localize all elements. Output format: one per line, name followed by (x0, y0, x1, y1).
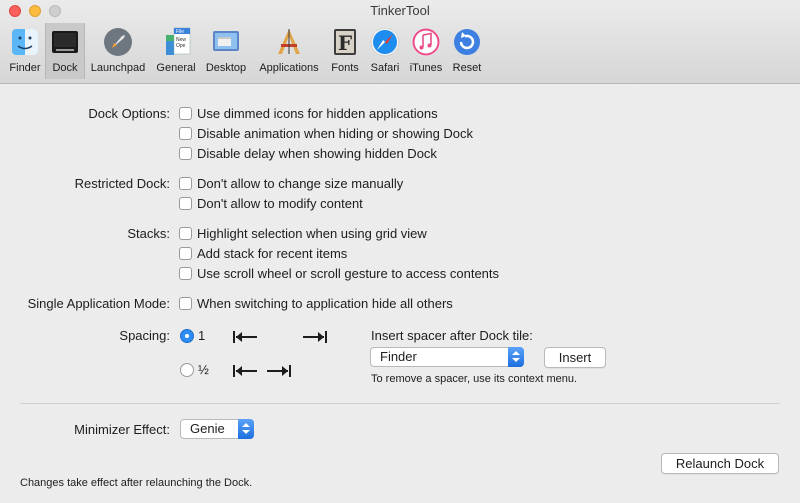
tinkertool-window: TinkerTool Finder Dock Launchpad File Ne… (0, 0, 800, 503)
spacing-full-label[interactable]: 1 (198, 328, 205, 343)
stacks-label: Stacks: (127, 226, 170, 241)
toolbar-label: Fonts (331, 62, 359, 74)
toolbar-item-fonts[interactable]: F Fonts (327, 23, 363, 79)
toolbar-label: Reset (452, 62, 482, 74)
arrow-right-bar-icon (303, 331, 327, 343)
toolbar-label: iTunes (409, 62, 443, 74)
insert-button[interactable]: Insert (544, 347, 606, 368)
arrow-right-bar-icon (267, 365, 291, 377)
applications-icon (278, 29, 300, 54)
toolbar-item-applications[interactable]: Applications (254, 23, 324, 79)
popup-chevron-icon (508, 347, 524, 367)
fonts-icon-letter: F (338, 31, 352, 55)
finder-icon (12, 29, 38, 55)
toolbar-label: Applications (259, 62, 319, 74)
toolbar-label: Finder (9, 62, 41, 74)
highlight-grid-checkbox[interactable] (179, 227, 192, 240)
dock-tile-value: Finder (380, 349, 417, 364)
launchpad-icon (104, 28, 132, 56)
dock-tile-popup[interactable]: Finder (370, 347, 524, 367)
recent-items-label[interactable]: Add stack for recent items (197, 246, 347, 261)
toolbar-item-launchpad[interactable]: Launchpad (88, 23, 148, 79)
popup-chevron-icon (238, 419, 254, 439)
disable-delay-label[interactable]: Disable delay when showing hidden Dock (197, 146, 437, 161)
dock-icon (52, 31, 78, 53)
dock-options-label: Dock Options: (88, 106, 170, 121)
toolbar-label: Dock (52, 62, 78, 74)
no-resize-checkbox[interactable] (179, 177, 192, 190)
minimizer-effect-value: Genie (190, 421, 225, 436)
fonts-icon: F (334, 29, 356, 55)
spacing-half-label[interactable]: ½ (198, 362, 209, 377)
reset-icon (454, 29, 480, 55)
toolbar-item-safari[interactable]: Safari (366, 23, 404, 79)
general-icon-text: File (176, 29, 184, 35)
general-icon: File New Ope (166, 27, 191, 55)
toolbar-label: Safari (370, 62, 400, 74)
single-app-option-label[interactable]: When switching to application hide all o… (197, 296, 453, 311)
bar-arrow-left-icon (233, 365, 257, 377)
relaunch-dock-button[interactable]: Relaunch Dock (661, 453, 779, 474)
separator (20, 403, 780, 404)
no-modify-label[interactable]: Don't allow to modify content (197, 196, 363, 211)
disable-delay-checkbox[interactable] (179, 147, 192, 160)
single-app-mode-label: Single Application Mode: (27, 296, 170, 311)
toolbar-item-dock[interactable]: Dock (45, 23, 85, 79)
general-icon-text: Ope (176, 43, 186, 49)
toolbar-item-itunes[interactable]: iTunes (406, 23, 446, 79)
toolbar-item-reset[interactable]: Reset (448, 23, 486, 79)
toolbar-item-desktop[interactable]: Desktop (202, 23, 250, 79)
desktop-icon (213, 31, 239, 51)
spacing-full-radio[interactable] (180, 329, 194, 343)
dimmed-icons-checkbox[interactable] (179, 107, 192, 120)
restricted-dock-label: Restricted Dock: (74, 176, 170, 191)
dimmed-icons-label[interactable]: Use dimmed icons for hidden applications (197, 106, 438, 121)
toolbar: TinkerTool Finder Dock Launchpad File Ne… (0, 0, 800, 84)
scroll-wheel-checkbox[interactable] (179, 267, 192, 280)
scroll-wheel-label[interactable]: Use scroll wheel or scroll gesture to ac… (197, 266, 499, 281)
remove-spacer-hint: To remove a spacer, use its context menu… (371, 373, 578, 385)
recent-items-checkbox[interactable] (179, 247, 192, 260)
itunes-icon (411, 27, 441, 57)
minimizer-effect-label: Minimizer Effect: (74, 422, 170, 437)
spacing-half-radio[interactable] (180, 363, 194, 377)
spacing-label: Spacing: (119, 328, 170, 343)
window-title: TinkerTool (370, 3, 430, 18)
bar-arrow-left-icon (233, 331, 257, 343)
single-app-checkbox[interactable] (179, 297, 192, 310)
safari-icon (370, 27, 400, 57)
toolbar-label: Desktop (205, 62, 247, 74)
disable-animation-checkbox[interactable] (179, 127, 192, 140)
relaunch-note: Changes take effect after relaunching th… (20, 477, 253, 489)
no-resize-label[interactable]: Don't allow to change size manually (197, 176, 403, 191)
disable-animation-label[interactable]: Disable animation when hiding or showing… (197, 126, 473, 141)
minimizer-effect-popup[interactable]: Genie (180, 419, 254, 439)
toolbar-item-general[interactable]: File New Ope General (154, 23, 198, 79)
toolbar-label: General (156, 62, 196, 74)
toolbar-label: Launchpad (90, 62, 146, 74)
highlight-grid-label[interactable]: Highlight selection when using grid view (197, 226, 427, 241)
no-modify-checkbox[interactable] (179, 197, 192, 210)
insert-spacer-label: Insert spacer after Dock tile: (371, 328, 533, 343)
toolbar-item-finder[interactable]: Finder (4, 23, 46, 79)
